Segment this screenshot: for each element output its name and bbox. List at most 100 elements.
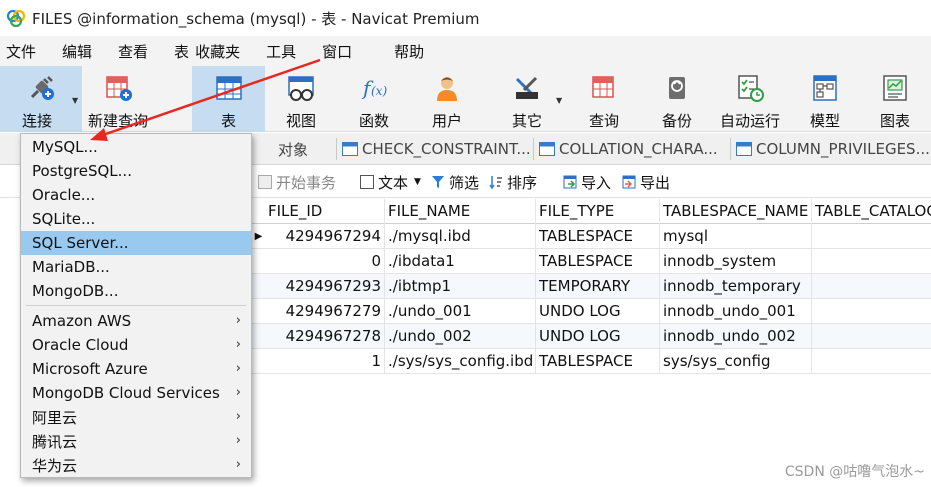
table-cell[interactable]: sys/sys_config: [660, 349, 812, 374]
chart-label: 图表: [879, 112, 910, 130]
menu-edit[interactable]: 编辑: [56, 41, 98, 62]
table-cell[interactable]: UNDO LOG: [536, 324, 660, 349]
menu-item-tencent-cloud[interactable]: 腾讯云 ›: [21, 429, 251, 453]
table-cell[interactable]: ./sys/sys_config.ibd: [385, 349, 536, 374]
table-row[interactable]: 4294967278 ./undo_002 UNDO LOG innodb_un…: [252, 324, 931, 349]
automation-label: 自动运行: [719, 112, 780, 130]
tab-column-privileges[interactable]: COLUMN_PRIVILEGES...: [736, 133, 930, 165]
table-cell[interactable]: TABLESPACE: [536, 349, 660, 374]
chart-icon: [878, 71, 912, 105]
table-cell[interactable]: 4294967294: [265, 224, 385, 249]
table-cell[interactable]: TEMPORARY: [536, 274, 660, 299]
new-query-button[interactable]: 新建查询: [84, 66, 152, 132]
column-header[interactable]: TABLE_CATALOG: [812, 199, 931, 224]
automation-button[interactable]: 自动运行: [716, 66, 784, 132]
table-row[interactable]: ▶ 4294967294 ./mysql.ibd TABLESPACE mysq…: [252, 224, 931, 249]
menu-item-oracle[interactable]: Oracle...: [21, 183, 251, 207]
begin-transaction-button[interactable]: 开始事务: [258, 166, 336, 198]
menu-item-alibaba-cloud[interactable]: 阿里云 ›: [21, 405, 251, 429]
table-tab-icon: [736, 142, 752, 156]
table-row[interactable]: 4294967279 ./undo_001 UNDO LOG innodb_un…: [252, 299, 931, 324]
tab-check-constraints[interactable]: CHECK_CONSTRAINT...: [342, 133, 531, 165]
table-cell[interactable]: [812, 324, 931, 349]
table-row[interactable]: 0 ./ibdata1 TABLESPACE innodb_system: [252, 249, 931, 274]
column-header[interactable]: FILE_ID: [265, 199, 385, 224]
menu-item-sql-server[interactable]: SQL Server...: [21, 231, 251, 255]
table-cell[interactable]: ./ibdata1: [385, 249, 536, 274]
menu-item-mongodb[interactable]: MongoDB...: [21, 279, 251, 303]
menu-item-oracle-cloud[interactable]: Oracle Cloud ›: [21, 333, 251, 357]
table-cell[interactable]: [812, 349, 931, 374]
table-cell[interactable]: [812, 299, 931, 324]
export-icon: [622, 175, 636, 189]
other-caret-icon[interactable]: ▼: [556, 96, 562, 105]
table-cell[interactable]: 4294967278: [265, 324, 385, 349]
table-cell[interactable]: mysql: [660, 224, 812, 249]
model-icon: [808, 71, 842, 105]
menu-tools[interactable]: 工具: [260, 41, 302, 62]
table-tab-icon: [342, 142, 358, 156]
menu-favorites[interactable]: 收藏夹: [189, 41, 246, 62]
table-button[interactable]: 表: [192, 66, 265, 132]
export-button[interactable]: 导出: [622, 166, 670, 198]
column-header[interactable]: FILE_NAME: [385, 199, 536, 224]
connect-button[interactable]: 连接 ▼: [0, 66, 82, 132]
view-button[interactable]: 视图: [272, 66, 330, 132]
tab-objects[interactable]: 对象: [278, 133, 308, 165]
tab-collation-character-set[interactable]: COLLATION_CHARA...: [539, 133, 718, 165]
text-view-button[interactable]: 文本 ▼: [360, 166, 421, 198]
table-row[interactable]: 1 ./sys/sys_config.ibd TABLESPACE sys/sy…: [252, 349, 931, 374]
table-cell[interactable]: ./mysql.ibd: [385, 224, 536, 249]
menu-item-amazon-aws[interactable]: Amazon AWS ›: [21, 309, 251, 333]
table-cell[interactable]: 1: [265, 349, 385, 374]
menu-item-label: MongoDB Cloud Services: [32, 384, 220, 402]
table-cell[interactable]: ./undo_002: [385, 324, 536, 349]
menu-item-postgresql[interactable]: PostgreSQL...: [21, 159, 251, 183]
model-button[interactable]: 模型: [796, 66, 854, 132]
table-cell[interactable]: TABLESPACE: [536, 249, 660, 274]
menu-item-mongodb-cloud-services[interactable]: MongoDB Cloud Services ›: [21, 381, 251, 405]
table-cell[interactable]: innodb_undo_002: [660, 324, 812, 349]
menu-help[interactable]: 帮助: [388, 41, 430, 62]
backup-button[interactable]: 备份: [648, 66, 706, 132]
menu-item-mysql[interactable]: MySQL...: [21, 135, 251, 159]
submenu-arrow-icon: ›: [235, 385, 241, 400]
table-cell[interactable]: innodb_temporary: [660, 274, 812, 299]
submenu-arrow-icon: ›: [235, 409, 241, 424]
table-cell[interactable]: ./ibtmp1: [385, 274, 536, 299]
menu-item-sqlite[interactable]: SQLite...: [21, 207, 251, 231]
table-cell[interactable]: innodb_system: [660, 249, 812, 274]
table-cell[interactable]: TABLESPACE: [536, 224, 660, 249]
tab-label: COLLATION_CHARA...: [559, 140, 718, 158]
export-label: 导出: [640, 173, 671, 192]
sort-button[interactable]: 排序: [489, 166, 537, 198]
row-marker: [252, 324, 265, 349]
table-cell[interactable]: 0: [265, 249, 385, 274]
connect-caret-icon[interactable]: ▼: [72, 96, 78, 105]
column-header[interactable]: TABLESPACE_NAME: [660, 199, 812, 224]
menu-window[interactable]: 窗口: [316, 41, 358, 62]
table-cell[interactable]: ./undo_001: [385, 299, 536, 324]
import-button[interactable]: 导入: [563, 166, 611, 198]
table-label: 表: [220, 112, 236, 130]
table-cell[interactable]: 4294967293: [265, 274, 385, 299]
table-cell[interactable]: innodb_undo_001: [660, 299, 812, 324]
menu-item-mariadb[interactable]: MariaDB...: [21, 255, 251, 279]
table-row[interactable]: 4294967293 ./ibtmp1 TEMPORARY innodb_tem…: [252, 274, 931, 299]
table-cell[interactable]: [812, 249, 931, 274]
table-cell[interactable]: [812, 224, 931, 249]
filter-button[interactable]: 筛选: [431, 166, 479, 198]
menu-view[interactable]: 查看: [112, 41, 154, 62]
query-button[interactable]: 查询: [575, 66, 633, 132]
user-button[interactable]: 用户: [418, 66, 476, 132]
function-button[interactable]: f (x) 函数: [345, 66, 403, 132]
table-cell[interactable]: [812, 274, 931, 299]
menu-item-microsoft-azure[interactable]: Microsoft Azure ›: [21, 357, 251, 381]
menu-item-huawei-cloud[interactable]: 华为云 ›: [21, 453, 251, 477]
chart-button[interactable]: 图表: [866, 66, 924, 132]
column-header[interactable]: FILE_TYPE: [536, 199, 660, 224]
table-cell[interactable]: 4294967279: [265, 299, 385, 324]
menu-file[interactable]: 文件: [0, 41, 42, 62]
other-button[interactable]: 其它 ▼: [496, 66, 562, 132]
table-cell[interactable]: UNDO LOG: [536, 299, 660, 324]
